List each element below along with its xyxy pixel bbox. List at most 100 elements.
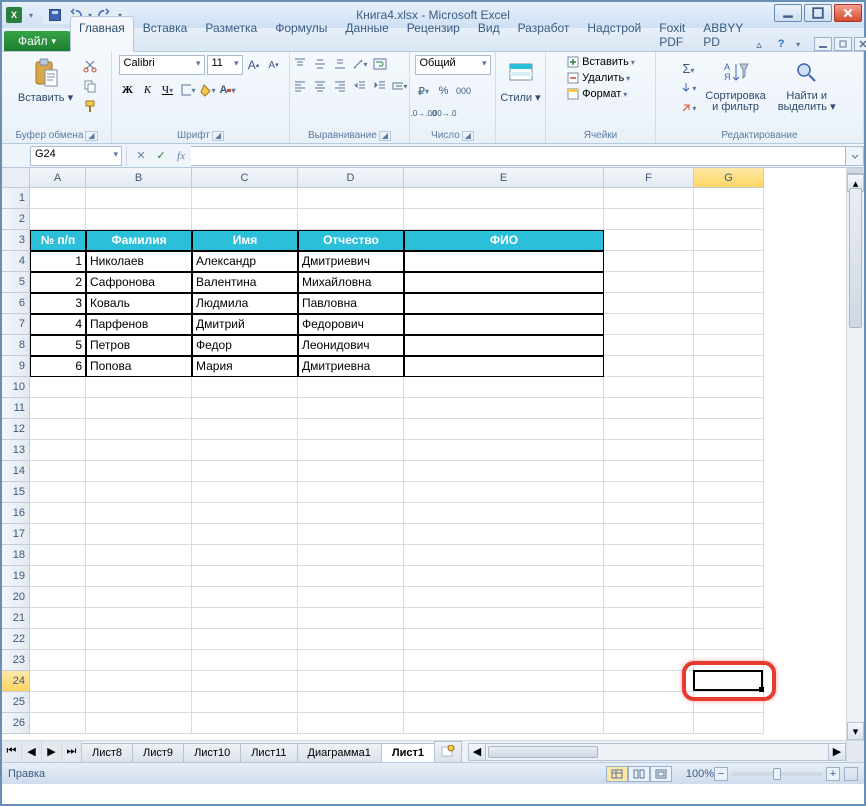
window-minimize-button[interactable] — [774, 4, 802, 22]
row-header-6[interactable]: 6 — [2, 293, 30, 314]
cell-A26[interactable] — [30, 713, 86, 734]
comma-format-icon[interactable]: 000 — [455, 82, 473, 100]
cell-G9[interactable] — [694, 356, 764, 377]
cell-A6[interactable]: 3 — [30, 293, 86, 314]
normal-view-button[interactable] — [606, 766, 628, 782]
cell-B3[interactable]: Фамилия — [86, 230, 192, 251]
cell-A24[interactable] — [30, 671, 86, 692]
cell-F22[interactable] — [604, 629, 694, 650]
cell-D10[interactable] — [298, 377, 404, 398]
cell-F24[interactable] — [604, 671, 694, 692]
cell-B26[interactable] — [86, 713, 192, 734]
cell-B11[interactable] — [86, 398, 192, 419]
cell-A14[interactable] — [30, 461, 86, 482]
cell-C20[interactable] — [192, 587, 298, 608]
cell-B21[interactable] — [86, 608, 192, 629]
fill-icon[interactable] — [679, 79, 697, 97]
wrap-text-icon[interactable] — [371, 55, 389, 73]
cell-E25[interactable] — [404, 692, 604, 713]
formula-input[interactable] — [191, 146, 846, 166]
sheet-tab-Лист10[interactable]: Лист10 — [183, 743, 241, 762]
cell-F1[interactable] — [604, 188, 694, 209]
cell-C4[interactable]: Александр — [192, 251, 298, 272]
cell-E3[interactable]: ФИО — [404, 230, 604, 251]
cancel-formula-icon[interactable]: ✕ — [131, 146, 151, 166]
ribbon-tab-вставка[interactable]: Вставка — [134, 16, 197, 52]
cell-B10[interactable] — [86, 377, 192, 398]
cell-C1[interactable] — [192, 188, 298, 209]
row-header-8[interactable]: 8 — [2, 335, 30, 356]
cell-C11[interactable] — [192, 398, 298, 419]
cell-E7[interactable] — [404, 314, 604, 335]
cell-C10[interactable] — [192, 377, 298, 398]
vertical-scrollbar[interactable]: ▴ ▾ — [846, 168, 864, 740]
cell-B5[interactable]: Сафронова — [86, 272, 192, 293]
sheet-tab-Лист8[interactable]: Лист8 — [81, 743, 133, 762]
cell-B25[interactable] — [86, 692, 192, 713]
autosum-icon[interactable]: Σ — [679, 59, 697, 77]
merge-center-icon[interactable] — [391, 77, 409, 95]
cell-G7[interactable] — [694, 314, 764, 335]
cell-B23[interactable] — [86, 650, 192, 671]
ribbon-tab-главная[interactable]: Главная — [70, 16, 134, 52]
align-center-icon[interactable] — [311, 77, 329, 95]
cell-A11[interactable] — [30, 398, 86, 419]
row-header-10[interactable]: 10 — [2, 377, 30, 398]
cell-F5[interactable] — [604, 272, 694, 293]
minimize-ribbon-icon[interactable]: ▵ — [752, 37, 766, 51]
cell-C16[interactable] — [192, 503, 298, 524]
cell-F14[interactable] — [604, 461, 694, 482]
cell-G4[interactable] — [694, 251, 764, 272]
cell-F9[interactable] — [604, 356, 694, 377]
cell-G12[interactable] — [694, 419, 764, 440]
cell-B1[interactable] — [86, 188, 192, 209]
increase-font-icon[interactable]: A▴ — [245, 56, 263, 74]
page-layout-view-button[interactable] — [628, 766, 650, 782]
cell-E24[interactable] — [404, 671, 604, 692]
cell-E17[interactable] — [404, 524, 604, 545]
scroll-down-button[interactable]: ▾ — [847, 722, 864, 740]
sheet-nav-next-button[interactable]: ▶ — [42, 741, 62, 762]
cell-C7[interactable]: Дмитрий — [192, 314, 298, 335]
cell-B20[interactable] — [86, 587, 192, 608]
cell-D12[interactable] — [298, 419, 404, 440]
cell-B17[interactable] — [86, 524, 192, 545]
cell-B12[interactable] — [86, 419, 192, 440]
cell-G25[interactable] — [694, 692, 764, 713]
cell-E1[interactable] — [404, 188, 604, 209]
file-tab[interactable]: Файл▾ — [4, 31, 70, 51]
ribbon-tab-abbyy pd[interactable]: ABBYY PD — [694, 16, 752, 52]
cell-D1[interactable] — [298, 188, 404, 209]
decrease-decimal-icon[interactable]: .00→.0 — [435, 104, 453, 122]
cell-A9[interactable]: 6 — [30, 356, 86, 377]
cell-E10[interactable] — [404, 377, 604, 398]
cell-F6[interactable] — [604, 293, 694, 314]
sheet-nav-last-button[interactable]: ⏭ — [62, 741, 82, 762]
cell-B8[interactable]: Петров — [86, 335, 192, 356]
cell-G1[interactable] — [694, 188, 764, 209]
cell-B6[interactable]: Коваль — [86, 293, 192, 314]
column-header-D[interactable]: D — [298, 168, 404, 188]
zoom-dialog-button[interactable] — [844, 767, 858, 781]
cell-F25[interactable] — [604, 692, 694, 713]
styles-button[interactable]: Стили ▾ — [496, 55, 544, 106]
cell-G21[interactable] — [694, 608, 764, 629]
cell-A19[interactable] — [30, 566, 86, 587]
column-header-A[interactable]: A — [30, 168, 86, 188]
cell-E20[interactable] — [404, 587, 604, 608]
copy-icon[interactable] — [81, 77, 99, 95]
cell-G2[interactable] — [694, 209, 764, 230]
cell-C9[interactable]: Мария — [192, 356, 298, 377]
cell-F7[interactable] — [604, 314, 694, 335]
cell-G20[interactable] — [694, 587, 764, 608]
column-header-F[interactable]: F — [604, 168, 694, 188]
cell-D15[interactable] — [298, 482, 404, 503]
cell-D8[interactable]: Леонидович — [298, 335, 404, 356]
cell-C21[interactable] — [192, 608, 298, 629]
cell-G17[interactable] — [694, 524, 764, 545]
cell-D22[interactable] — [298, 629, 404, 650]
cell-D4[interactable]: Дмитриевич — [298, 251, 404, 272]
cell-B13[interactable] — [86, 440, 192, 461]
cell-A25[interactable] — [30, 692, 86, 713]
zoom-percent-label[interactable]: 100% — [686, 768, 714, 780]
